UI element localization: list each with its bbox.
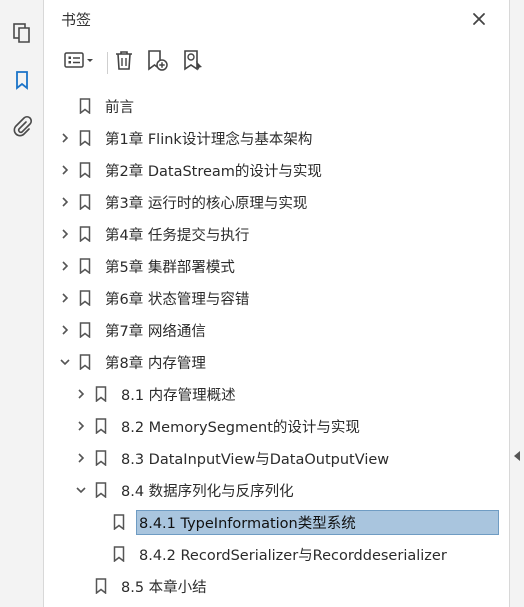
bookmark-ribbon-icon bbox=[94, 417, 108, 435]
bookmark-row[interactable]: 8.2 MemorySegment的设计与实现 bbox=[74, 410, 363, 442]
collapse-panel-icon[interactable] bbox=[512, 447, 522, 465]
bookmark-label: 8.1 内存管理概述 bbox=[121, 387, 236, 404]
chevron-placeholder bbox=[74, 579, 88, 593]
bookmark-row[interactable]: 8.3 DataInputView与DataOutputView bbox=[74, 442, 392, 474]
chevron-right-icon[interactable] bbox=[74, 419, 88, 433]
new-bookmark-icon bbox=[145, 48, 169, 76]
bookmark-label: 8.4.2 RecordSerializer与Recorddeserialize… bbox=[139, 547, 447, 564]
bookmark-label: 第2章 DataStream的设计与实现 bbox=[105, 163, 322, 180]
bookmark-label: 8.5 本章小结 bbox=[121, 579, 207, 596]
chevron-right-icon[interactable] bbox=[74, 451, 88, 465]
trash-icon bbox=[113, 49, 135, 75]
bookmark-row[interactable]: 8.5 本章小结 bbox=[74, 570, 210, 602]
chevron-right-icon[interactable] bbox=[58, 227, 72, 241]
navigation-rail bbox=[0, 0, 44, 607]
toolbar-separator bbox=[107, 52, 108, 74]
bookmark-row[interactable]: 前言 bbox=[58, 90, 137, 122]
panel-title: 书签 bbox=[61, 11, 92, 29]
bookmark-icon[interactable] bbox=[9, 67, 35, 93]
bookmark-label: 第8章 内存管理 bbox=[105, 355, 206, 372]
bookmark-ribbon-icon bbox=[78, 225, 92, 243]
chevron-down-icon[interactable] bbox=[74, 483, 88, 497]
bookmarks-panel: 书签 前言第1章 Flink设计理念与基本架构 第2章 DataStream的设计… bbox=[45, 0, 509, 607]
bookmark-row[interactable]: 第6章 状态管理与容错 bbox=[58, 282, 252, 314]
close-icon[interactable] bbox=[469, 9, 489, 29]
bookmark-label: 8.4.1 TypeInformation类型系统 bbox=[136, 509, 499, 535]
chevron-right-icon[interactable] bbox=[58, 323, 72, 337]
panel-collapse-strip bbox=[510, 0, 524, 607]
chevron-right-icon[interactable] bbox=[58, 163, 72, 177]
bookmark-ribbon-icon bbox=[94, 385, 108, 403]
chevron-placeholder bbox=[92, 547, 106, 561]
chevron-right-icon[interactable] bbox=[74, 387, 88, 401]
bookmark-label: 8.2 MemorySegment的设计与实现 bbox=[121, 419, 360, 436]
bookmark-row[interactable]: 第4章 任务提交与执行 bbox=[58, 218, 252, 250]
list-options-icon bbox=[63, 51, 93, 73]
bookmark-label: 第4章 任务提交与执行 bbox=[105, 227, 250, 244]
bookmark-label: 前言 bbox=[105, 99, 134, 116]
chevron-placeholder bbox=[58, 99, 72, 113]
chevron-right-icon[interactable] bbox=[58, 259, 72, 273]
bookmark-row[interactable]: 第1章 Flink设计理念与基本架构 bbox=[58, 122, 315, 154]
bookmark-row[interactable]: 第5章 集群部署模式 bbox=[58, 250, 238, 282]
bookmark-ribbon-icon bbox=[78, 321, 92, 339]
bookmark-label: 第5章 集群部署模式 bbox=[105, 259, 235, 276]
bookmark-label: 第3章 运行时的核心原理与实现 bbox=[105, 195, 308, 212]
bookmark-row[interactable]: 第3章 运行时的核心原理与实现 bbox=[58, 186, 310, 218]
bookmark-ribbon-icon bbox=[78, 289, 92, 307]
delete-bookmark-button[interactable] bbox=[111, 48, 137, 76]
chevron-right-icon[interactable] bbox=[58, 291, 72, 305]
bookmark-ribbon-icon bbox=[94, 449, 108, 467]
bookmark-ribbon-icon bbox=[78, 161, 92, 179]
bookmark-row[interactable]: 第2章 DataStream的设计与实现 bbox=[58, 154, 325, 186]
bookmark-ribbon-icon bbox=[78, 193, 92, 211]
bookmark-toolbar bbox=[45, 44, 509, 82]
bookmark-row[interactable]: 第8章 内存管理 bbox=[58, 346, 209, 378]
bookmark-label: 第7章 网络通信 bbox=[105, 323, 206, 340]
chevron-right-icon[interactable] bbox=[58, 195, 72, 209]
bookmark-row[interactable]: 第7章 网络通信 bbox=[58, 314, 209, 346]
bookmark-ribbon-icon bbox=[94, 577, 108, 595]
chevron-down-icon[interactable] bbox=[58, 355, 72, 369]
bookmark-label: 第1章 Flink设计理念与基本架构 bbox=[105, 131, 313, 148]
bookmark-ribbon-icon bbox=[112, 545, 126, 563]
pages-icon[interactable] bbox=[9, 20, 35, 46]
bookmark-ribbon-icon bbox=[78, 97, 92, 115]
bookmark-ribbon-icon bbox=[112, 513, 126, 531]
bookmark-label: 8.4 数据序列化与反序列化 bbox=[121, 483, 294, 500]
bookmark-ribbon-icon bbox=[78, 353, 92, 371]
bookmark-row[interactable]: 8.4.1 TypeInformation类型系统 bbox=[92, 506, 499, 538]
bookmark-ribbon-icon bbox=[94, 481, 108, 499]
new-bookmark-button[interactable] bbox=[143, 48, 171, 76]
find-current-bookmark-button[interactable] bbox=[179, 48, 207, 76]
bookmark-search-icon bbox=[181, 48, 205, 76]
bookmark-label: 8.3 DataInputView与DataOutputView bbox=[121, 451, 390, 468]
bookmark-ribbon-icon bbox=[78, 257, 92, 275]
attachment-icon[interactable] bbox=[9, 113, 35, 139]
bookmark-row[interactable]: 8.4.2 RecordSerializer与Recorddeserialize… bbox=[92, 538, 450, 570]
options-menu-button[interactable] bbox=[59, 48, 97, 76]
bookmark-row[interactable]: 8.1 内存管理概述 bbox=[74, 378, 239, 410]
bookmark-row[interactable]: 8.4 数据序列化与反序列化 bbox=[74, 474, 297, 506]
bookmark-label: 第6章 状态管理与容错 bbox=[105, 291, 250, 308]
chevron-right-icon[interactable] bbox=[58, 131, 72, 145]
chevron-placeholder bbox=[92, 515, 106, 529]
bookmark-ribbon-icon bbox=[78, 129, 92, 147]
